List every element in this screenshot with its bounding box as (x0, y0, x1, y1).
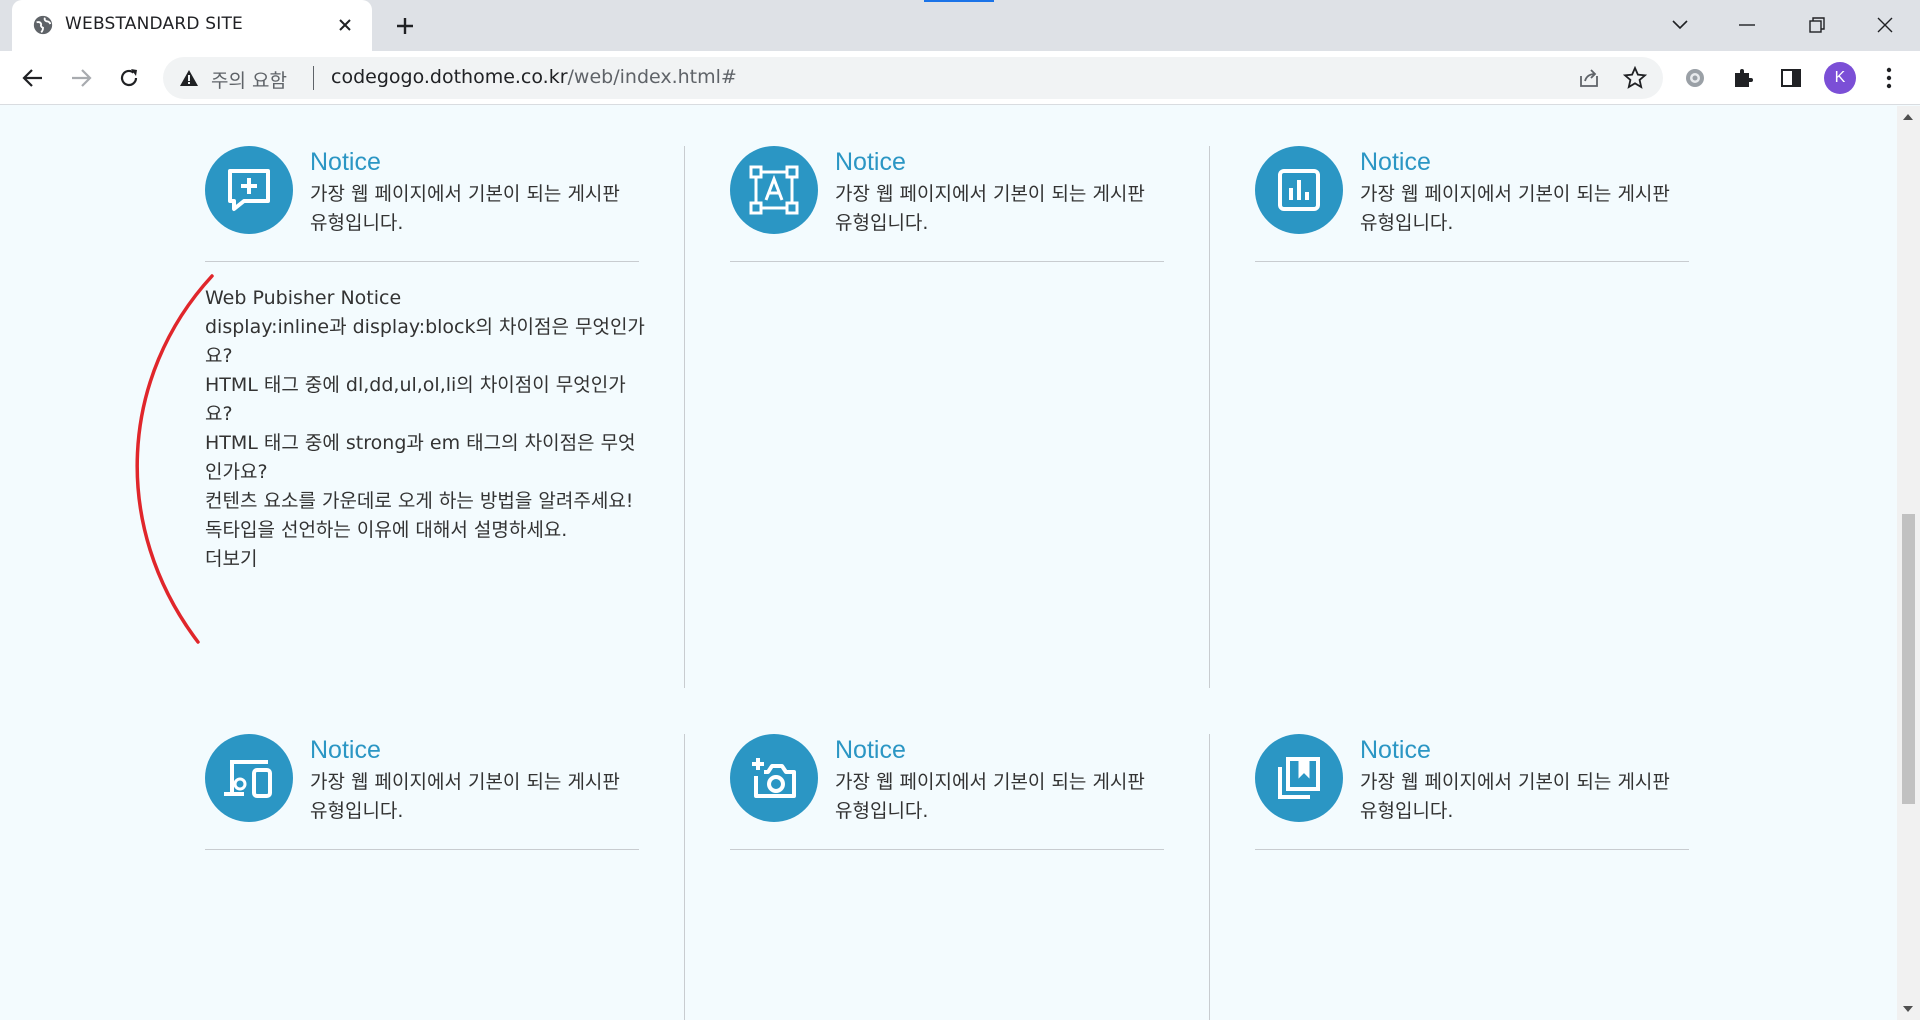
restore-button[interactable] (1800, 8, 1834, 42)
card-title[interactable]: Notice (1360, 148, 1431, 177)
bar-chart-icon (1255, 146, 1343, 234)
share-icon[interactable] (1577, 66, 1601, 90)
bookmark-star-icon[interactable] (1623, 66, 1647, 90)
card-divider (1255, 849, 1689, 850)
notice-list-heading: Web Pubisher Notice (205, 287, 402, 309)
browser-tab[interactable]: WEBSTANDARD SITE (12, 0, 372, 51)
card-divider (205, 261, 639, 262)
globe-icon (33, 15, 53, 35)
scrollbar-thumb[interactable] (1902, 514, 1915, 804)
text-select-icon (730, 146, 818, 234)
card-divider (730, 261, 1164, 262)
url-host: codegogo.dothome.co.kr (331, 66, 568, 88)
column-divider (684, 734, 685, 1020)
side-panel-icon[interactable] (1778, 65, 1804, 91)
card-description: 가장 웹 페이지에서 기본이 되는 게시판 유형입니다. (835, 771, 1145, 822)
tab-loading-indicator (924, 0, 994, 2)
devices-icon (205, 734, 293, 822)
new-tab-button[interactable] (390, 11, 420, 41)
card-title[interactable]: Notice (310, 736, 381, 765)
notice-list-item[interactable]: 독타입을 선언하는 이유에 대해서 설명하세요. (205, 516, 645, 545)
card-description: 가장 웹 페이지에서 기본이 되는 게시판 유형입니다. (1360, 771, 1670, 822)
menu-kebab-icon[interactable] (1876, 65, 1902, 91)
card-description: 가장 웹 페이지에서 기본이 되는 게시판 유형입니다. (310, 183, 620, 234)
card-description: 가장 웹 페이지에서 기본이 되는 게시판 유형입니다. (1360, 183, 1670, 234)
column-divider (1209, 146, 1210, 688)
close-window-button[interactable] (1868, 8, 1902, 42)
forward-button[interactable] (65, 62, 97, 94)
notice-list-item[interactable]: display:inline과 display:block의 차이점은 무엇인가… (205, 313, 645, 371)
card-title[interactable]: Notice (1360, 736, 1431, 765)
add-camera-icon (730, 734, 818, 822)
card-title[interactable]: Notice (310, 148, 381, 177)
address-divider (313, 66, 314, 90)
browser-toolbar: 주의 요함 codegogo.dothome.co.kr/web/index.h… (0, 51, 1920, 105)
card-divider (1255, 261, 1689, 262)
url-text[interactable]: codegogo.dothome.co.kr/web/index.html# (331, 66, 737, 88)
card-divider (205, 849, 639, 850)
minimize-button[interactable] (1730, 8, 1764, 42)
notice-list-item[interactable]: HTML 태그 중에 dl,dd,ul,ol,li의 차이점이 무엇인가요? (205, 371, 645, 429)
card-title[interactable]: Notice (835, 736, 906, 765)
annotation-arc (135, 274, 214, 644)
extension-gear-icon[interactable] (1682, 65, 1708, 91)
page-viewport: Notice 가장 웹 페이지에서 기본이 되는 게시판 유형입니다. Noti… (0, 106, 1897, 1020)
vertical-scrollbar[interactable] (1897, 106, 1920, 1020)
profile-avatar[interactable]: K (1824, 62, 1856, 94)
reload-button[interactable] (113, 62, 145, 94)
bookmarks-icon (1255, 734, 1343, 822)
card-title[interactable]: Notice (835, 148, 906, 177)
column-divider (1209, 734, 1210, 1020)
add-comment-icon (205, 146, 293, 234)
address-bar[interactable]: 주의 요함 codegogo.dothome.co.kr/web/index.h… (163, 57, 1663, 99)
security-status[interactable]: 주의 요함 (211, 66, 287, 93)
scroll-up-arrow[interactable] (1903, 114, 1913, 120)
tab-search-icon[interactable] (1663, 8, 1697, 42)
close-tab-icon[interactable] (334, 14, 356, 36)
more-link[interactable]: 더보기 (205, 545, 645, 574)
warning-icon[interactable] (179, 68, 199, 88)
notice-list-item[interactable]: HTML 태그 중에 strong과 em 태그의 차이점은 무엇인가요? (205, 429, 645, 487)
tab-strip: WEBSTANDARD SITE (0, 0, 1920, 51)
notice-list: Web Pubisher Notice display:inline과 disp… (205, 284, 645, 574)
scroll-down-arrow[interactable] (1903, 1006, 1913, 1012)
tab-title: WEBSTANDARD SITE (65, 14, 243, 34)
back-button[interactable] (17, 62, 49, 94)
notice-list-item[interactable]: 컨텐츠 요소를 가운데로 오게 하는 방법을 알려주세요! (205, 487, 645, 516)
card-description: 가장 웹 페이지에서 기본이 되는 게시판 유형입니다. (310, 771, 620, 822)
extensions-puzzle-icon[interactable] (1730, 65, 1756, 91)
card-description: 가장 웹 페이지에서 기본이 되는 게시판 유형입니다. (835, 183, 1145, 234)
url-path: /web/index.html# (567, 66, 737, 88)
column-divider (684, 146, 685, 688)
card-divider (730, 849, 1164, 850)
